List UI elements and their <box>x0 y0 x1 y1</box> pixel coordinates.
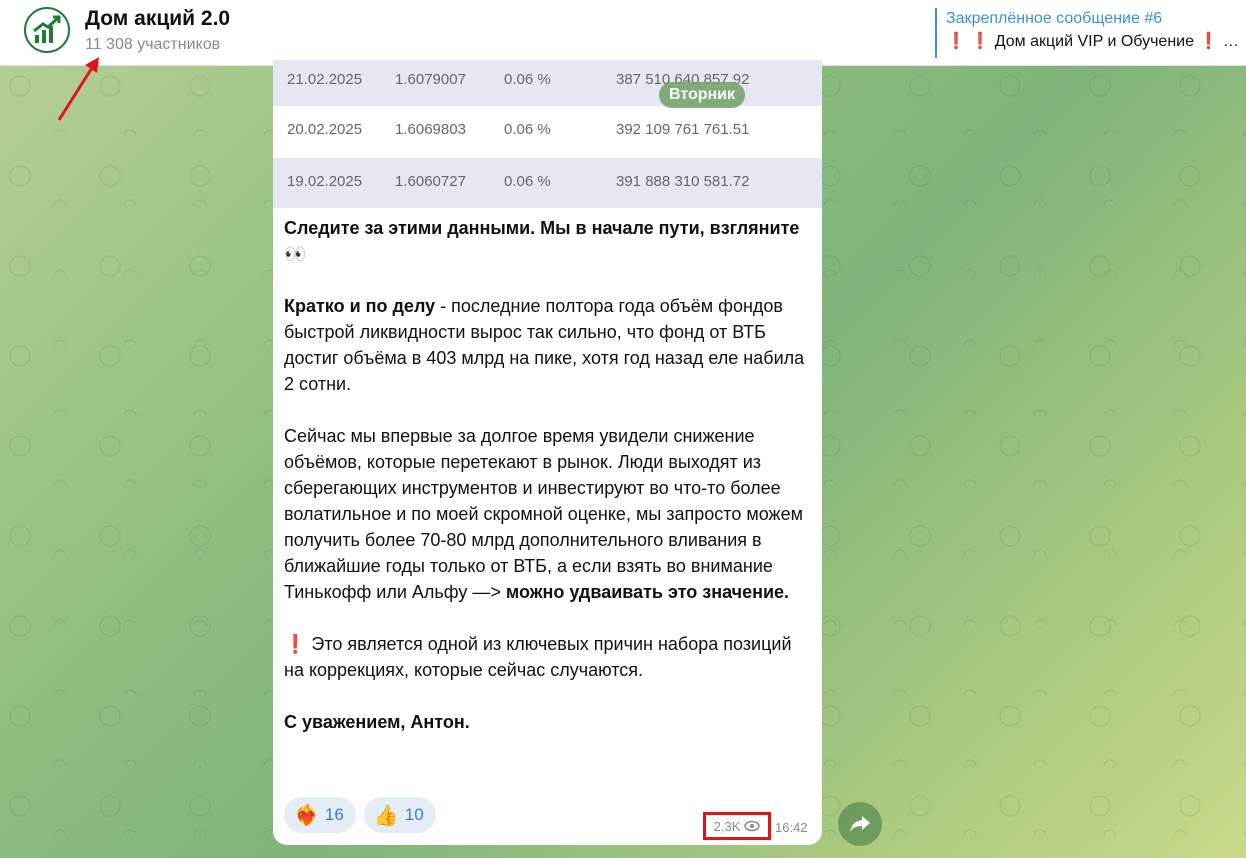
reaction-count: 16 <box>324 805 344 824</box>
cell-amount: 392 109 761 761.51 <box>616 121 750 138</box>
chart-up-icon <box>33 15 61 43</box>
views-counter: 2,3K <box>703 812 771 840</box>
signature: С уважением, Антон. <box>284 712 470 732</box>
views-count: 2,3K <box>713 818 741 834</box>
bold-text: Следите за этими данными. Мы в начале пу… <box>284 218 800 238</box>
cell-percent: 0.06 % <box>504 173 551 190</box>
paragraph-4: ❗ Это является одной из ключевых причин … <box>284 631 812 683</box>
channel-avatar[interactable] <box>24 7 70 53</box>
message-text: Следите за этими данными. Мы в начале пу… <box>284 215 812 761</box>
paragraph-5: С уважением, Антон. <box>284 709 812 735</box>
date-separator: Вторник <box>659 82 746 108</box>
pinned-preview-text: Дом акций VIP и Обучение <box>994 33 1194 50</box>
cell-value: 1.6060727 <box>395 173 466 190</box>
reaction-heart-fire[interactable]: ❤️‍🔥 16 <box>284 797 356 833</box>
exclamation-icon: ❗ <box>284 634 307 654</box>
pinned-title: Закреплённое сообщение #6 <box>946 10 1163 27</box>
channel-title[interactable]: Дом акций 2.0 <box>85 7 230 31</box>
paragraph-2: Кратко и по делу - последние полтора год… <box>284 293 812 397</box>
message-bubble: 21.02.2025 1.6079007 0.06 % 387 510 640 … <box>273 60 822 845</box>
paragraph-text: Сейчас мы впервые за долгое время увидел… <box>284 426 803 602</box>
pinned-ellipsis: … <box>1222 33 1239 50</box>
exclamation-icon: ❗ <box>1198 33 1219 50</box>
cell-value: 1.6079007 <box>395 71 466 88</box>
member-count: 11 308 участников <box>85 36 221 53</box>
paragraph-1: Следите за этими данными. Мы в начале пу… <box>284 215 812 267</box>
cell-date: 20.02.2025 <box>287 121 363 138</box>
table-row: 20.02.2025 1.6069803 0.06 % 392 109 761 … <box>273 106 822 156</box>
forward-icon <box>850 816 870 832</box>
table-row: 19.02.2025 1.6060727 0.06 % 391 888 310 … <box>273 158 822 208</box>
bold-text: Кратко и по делу <box>284 296 436 316</box>
cell-date: 21.02.2025 <box>287 71 363 88</box>
reaction-count: 10 <box>404 805 424 824</box>
chat-header: Дом акций 2.0 11 308 участников Закреплё… <box>0 0 1246 66</box>
paragraph-3: Сейчас мы впервые за долгое время увидел… <box>284 423 812 605</box>
cell-amount: 391 888 310 581.72 <box>616 173 750 190</box>
paragraph-text: Это является одной из ключевых причин на… <box>284 634 792 680</box>
pinned-preview: ❗ ❗ Дом акций VIP и Обучение ❗ … <box>946 30 1240 54</box>
cell-percent: 0.06 % <box>504 71 551 88</box>
cell-value: 1.6069803 <box>395 121 466 138</box>
heart-fire-icon: ❤️‍🔥 <box>294 804 319 827</box>
eye-icon <box>744 820 761 832</box>
cell-percent: 0.06 % <box>504 121 551 138</box>
eyes-icon: 👀 <box>284 244 307 264</box>
message-time: 16:42 <box>775 820 808 835</box>
thumbs-up-icon: 👍 <box>373 804 399 827</box>
pinned-message[interactable]: Закреплённое сообщение #6 ❗ ❗ Дом акций … <box>935 8 1240 58</box>
exclamation-icon: ❗ ❗ <box>946 33 991 50</box>
forward-button[interactable] <box>838 802 882 846</box>
reactions-bar: ❤️‍🔥 16 👍 10 <box>284 797 436 833</box>
annotation-arrow <box>57 57 99 121</box>
cell-date: 19.02.2025 <box>287 173 363 190</box>
reaction-thumbs-up[interactable]: 👍 10 <box>363 797 436 833</box>
bold-text: можно удваивать это значение. <box>500 582 790 602</box>
